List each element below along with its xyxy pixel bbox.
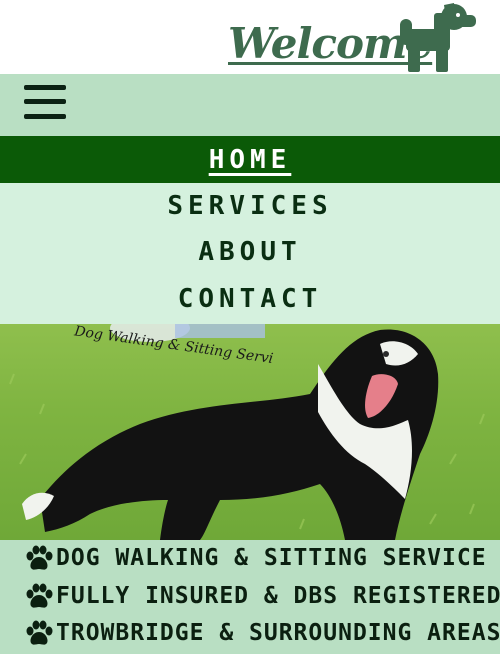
hero-image: Dog Walking & Sitting Servi bbox=[0, 324, 500, 540]
hamburger-menu-icon[interactable] bbox=[24, 85, 66, 121]
nav-item-about[interactable]: ABOUT bbox=[0, 229, 500, 275]
features-banner: DOG WALKING & SITTING SERVICE FULLY INSU… bbox=[0, 540, 500, 654]
feature-text: TROWBRIDGE & SURROUNDING AREAS bbox=[56, 620, 500, 646]
nav-item-contact[interactable]: CONTACT bbox=[0, 276, 500, 322]
main-nav: HOME SERVICES ABOUT CONTACT bbox=[0, 136, 500, 324]
feature-text: FULLY INSURED & DBS REGISTERED bbox=[56, 583, 500, 609]
hamburger-line bbox=[24, 99, 66, 104]
nav-item-home[interactable]: HOME bbox=[0, 136, 500, 183]
paw-print-icon bbox=[26, 545, 53, 570]
hamburger-line bbox=[24, 85, 66, 90]
dog-icon[interactable] bbox=[398, 3, 480, 73]
nav-item-services[interactable]: SERVICES bbox=[0, 183, 500, 229]
hamburger-line bbox=[24, 114, 66, 119]
paw-print-icon bbox=[26, 583, 53, 608]
feature-item: TROWBRIDGE & SURROUNDING AREAS bbox=[24, 615, 500, 651]
site-header: Welcome bbox=[0, 0, 500, 74]
paw-print-icon bbox=[26, 620, 53, 645]
border-collie-photo: Dog Walking & Sitting Servi bbox=[9, 324, 485, 540]
feature-item: FULLY INSURED & DBS REGISTERED bbox=[24, 578, 500, 614]
feature-text: DOG WALKING & SITTING SERVICE bbox=[56, 545, 487, 571]
feature-item: DOG WALKING & SITTING SERVICE bbox=[24, 540, 487, 576]
menu-bar bbox=[0, 74, 500, 136]
